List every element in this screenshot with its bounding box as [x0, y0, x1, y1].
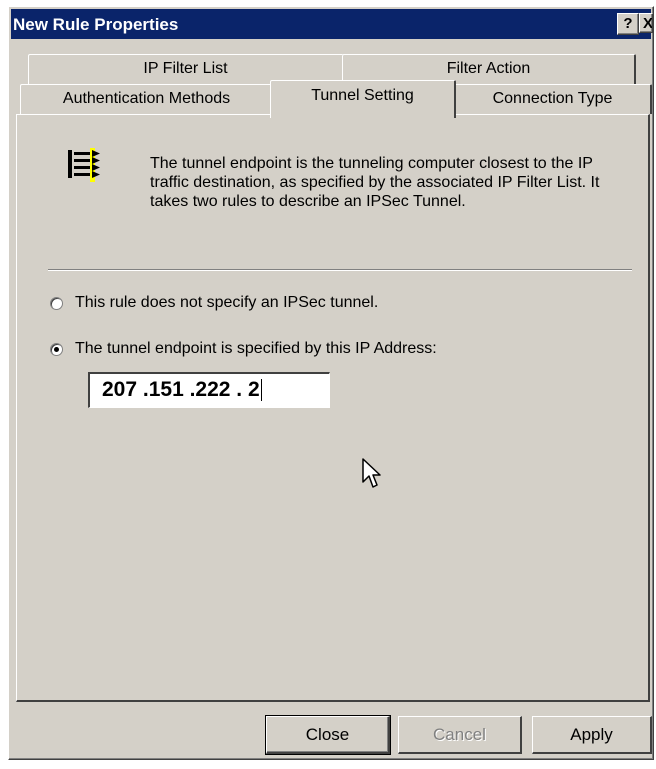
mouse-pointer-icon [362, 458, 381, 488]
tunnel-endpoint-label[interactable]: The tunnel endpoint is specified by this… [75, 340, 437, 358]
ip-address-input[interactable]: 207 .151 .222 . 2 [88, 372, 330, 408]
close-window-button[interactable]: X [639, 13, 653, 33]
tab-label: IP Filter List [143, 60, 228, 77]
tunnel-icon [68, 148, 100, 182]
text-caret [260, 379, 262, 402]
no-tunnel-radio[interactable] [50, 296, 63, 310]
window-title: New Rule Properties [13, 15, 179, 34]
ip-address-value: 207 .151 .222 . 2 [102, 378, 260, 401]
tunnel-endpoint-radio[interactable] [50, 342, 63, 356]
title-bar[interactable]: New Rule Properties ? X [11, 9, 653, 39]
tab-label: Connection Type [492, 90, 613, 107]
close-button[interactable]: Close [265, 715, 391, 755]
no-tunnel-label[interactable]: This rule does not specify an IPSec tunn… [75, 294, 378, 312]
tab-connection-type[interactable]: Connection Type [454, 84, 652, 114]
tunnel-description: The tunnel endpoint is the tunneling com… [150, 155, 600, 210]
tab-label: Tunnel Setting [311, 87, 414, 104]
tab-tunnel-setting[interactable]: Tunnel Setting [270, 80, 456, 118]
tab-authentication-methods[interactable]: Authentication Methods [20, 84, 274, 114]
separator-line [48, 269, 632, 271]
tab-label: Authentication Methods [62, 90, 231, 107]
tab-label: Filter Action [446, 60, 531, 77]
apply-button[interactable]: Apply [532, 716, 652, 754]
cancel-button[interactable]: Cancel [398, 716, 522, 754]
tunnel-endpoint-option[interactable]: The tunnel endpoint is specified by this… [50, 340, 437, 358]
help-button[interactable]: ? [617, 13, 639, 35]
no-tunnel-option[interactable]: This rule does not specify an IPSec tunn… [50, 294, 378, 312]
